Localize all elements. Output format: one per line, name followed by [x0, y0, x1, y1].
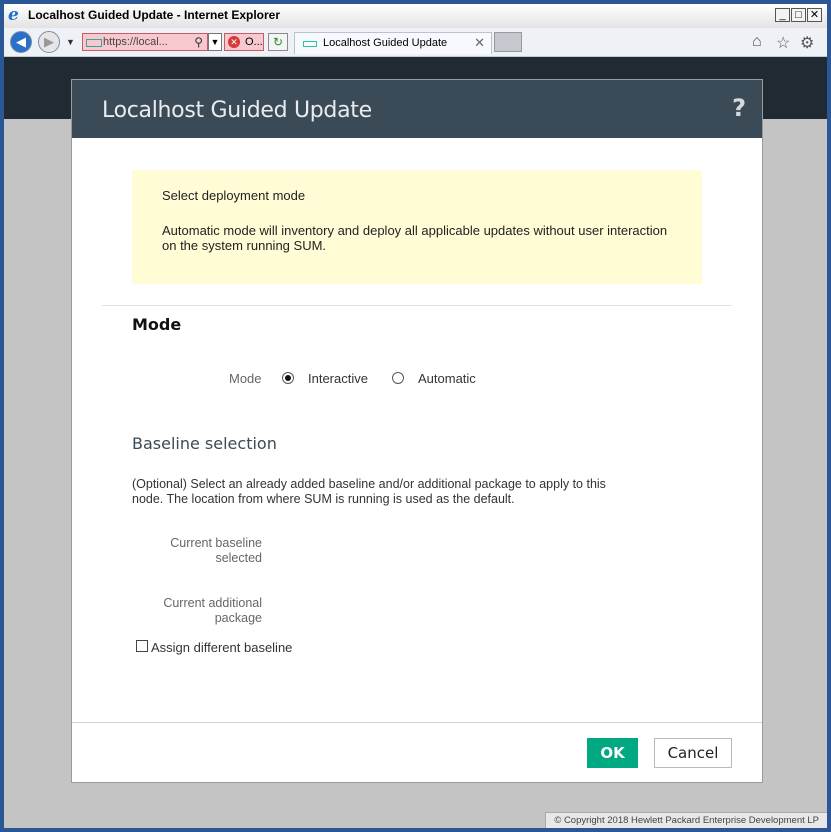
forward-icon[interactable]: ▶: [38, 31, 60, 53]
history-dropdown-icon[interactable]: ▼: [66, 37, 75, 47]
settings-gear-icon[interactable]: ⚙: [800, 33, 814, 53]
help-icon[interactable]: ?: [732, 94, 746, 122]
dialog-header: Localhost Guided Update ?: [72, 80, 762, 138]
info-note: Select deployment mode Automatic mode wi…: [132, 170, 702, 284]
ok-button[interactable]: OK: [587, 738, 638, 768]
home-icon[interactable]: ⌂: [752, 33, 762, 51]
browser-window: e Localhost Guided Update - Internet Exp…: [0, 0, 831, 832]
address-bar[interactable]: https://local... ⚲: [82, 33, 208, 51]
close-window-button[interactable]: ✕: [807, 8, 822, 22]
assign-baseline-label[interactable]: Assign different baseline: [151, 640, 292, 655]
refresh-icon[interactable]: ↻: [268, 33, 288, 51]
address-dropdown-icon[interactable]: ▼: [208, 33, 222, 51]
site-icon: [86, 39, 102, 47]
window-title: Localhost Guided Update - Internet Explo…: [28, 8, 281, 22]
baseline-description: (Optional) Select an already added basel…: [132, 477, 606, 506]
guided-update-dialog: Localhost Guided Update ? Select deploym…: [72, 80, 762, 782]
favorites-star-icon[interactable]: ☆: [776, 33, 790, 53]
tab-title: Localhost Guided Update: [323, 37, 448, 49]
current-baseline-label: Current baseline selected: [170, 536, 262, 565]
tab-favicon-icon: [303, 41, 317, 47]
assign-baseline-checkbox[interactable]: [136, 640, 148, 652]
maximize-button[interactable]: □: [791, 8, 806, 22]
note-heading: Select deployment mode: [162, 188, 306, 203]
radio-automatic-label[interactable]: Automatic: [418, 371, 476, 386]
ie-logo-icon: e: [8, 5, 19, 25]
footer-divider: [72, 722, 762, 723]
window-titlebar: e Localhost Guided Update - Internet Exp…: [4, 4, 827, 29]
mode-section-title: Mode: [132, 315, 182, 334]
cert-label: O...: [245, 36, 263, 48]
tab-close-icon[interactable]: ✕: [474, 33, 485, 53]
address-text: https://local...: [103, 36, 168, 48]
radio-interactive[interactable]: [282, 372, 294, 384]
note-body: Automatic mode will inventory and deploy…: [162, 223, 668, 253]
browser-navbar: ◀ ▶ ▼ https://local... ⚲ ▼ ✕ O... ↻ Loca…: [4, 28, 827, 57]
mode-label: Mode: [229, 371, 262, 386]
current-package-label: Current additional package: [163, 596, 262, 625]
search-icon[interactable]: ⚲: [194, 34, 203, 50]
minimize-button[interactable]: _: [775, 8, 790, 22]
radio-automatic[interactable]: [392, 372, 404, 384]
cert-error-icon: ✕: [228, 36, 240, 48]
radio-interactive-label[interactable]: Interactive: [308, 371, 368, 386]
new-tab-button[interactable]: [494, 32, 522, 52]
dialog-title: Localhost Guided Update: [102, 98, 372, 123]
certificate-error-button[interactable]: ✕ O...: [224, 33, 264, 51]
copyright-footer: © Copyright 2018 Hewlett Packard Enterpr…: [545, 812, 827, 828]
divider: [102, 305, 732, 306]
baseline-section-title: Baseline selection: [132, 434, 277, 453]
cancel-button[interactable]: Cancel: [654, 738, 732, 768]
browser-tab[interactable]: Localhost Guided Update ✕: [294, 32, 492, 54]
back-icon[interactable]: ◀: [10, 31, 32, 53]
